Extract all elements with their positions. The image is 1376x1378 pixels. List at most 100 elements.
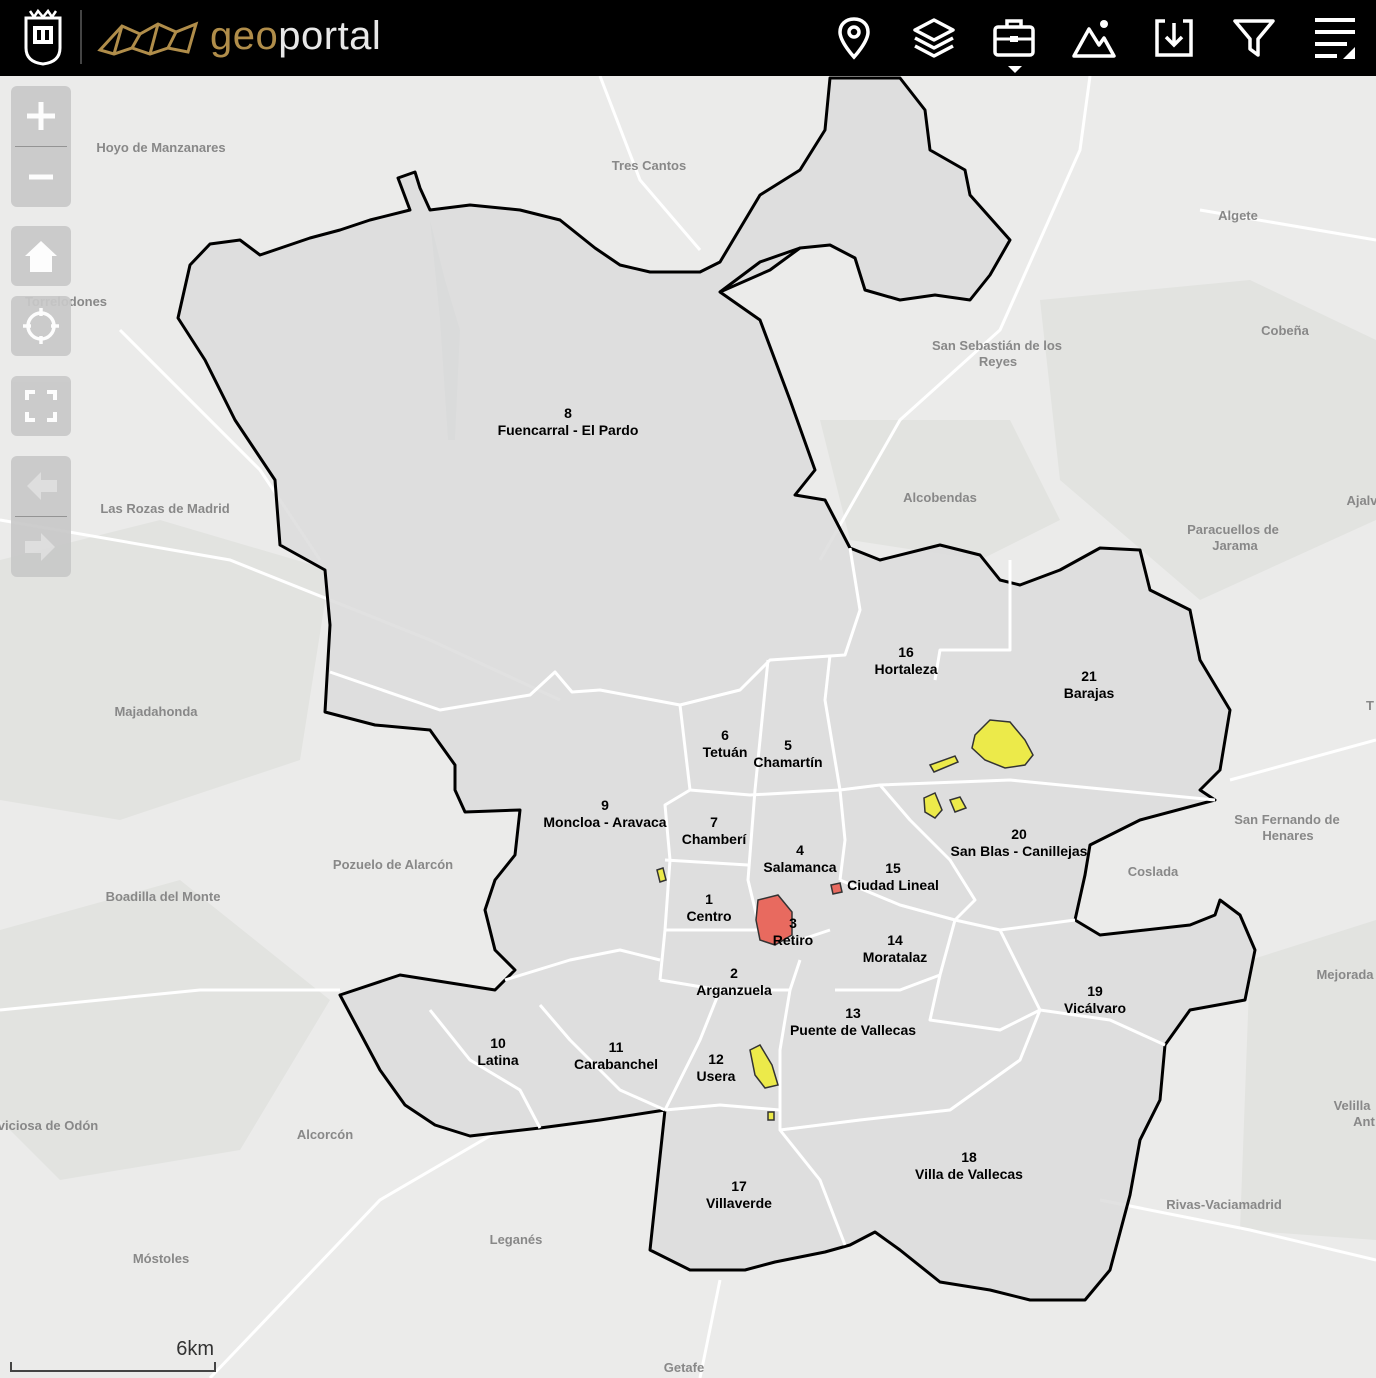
district-number-17: 17 (731, 1178, 747, 1194)
place-label: Paracuellos de (1187, 522, 1279, 537)
place-label: Algete (1218, 208, 1258, 223)
fullscreen-icon (25, 390, 57, 422)
home-button[interactable] (11, 226, 71, 286)
brand-name: geoportal (210, 12, 381, 60)
filter-tool[interactable] (1226, 10, 1282, 66)
arrow-left-icon (27, 472, 57, 500)
district-name-18: Villa de Vallecas (915, 1166, 1023, 1182)
briefcase-icon (993, 19, 1035, 57)
place-label: Velilla (1334, 1098, 1372, 1113)
place-label: Rivas-Vaciamadrid (1166, 1197, 1282, 1212)
geoportal-map-logo-icon (97, 21, 199, 56)
district-number-18: 18 (961, 1149, 977, 1165)
zoom-out-button[interactable] (11, 147, 71, 207)
district-name-8: Fuencarral - El Pardo (498, 422, 639, 438)
district-name-6: Tetuán (703, 744, 748, 760)
district-name-15: Ciudad Lineal (847, 877, 939, 893)
highlight-red-ciudad-lineal (830, 882, 843, 895)
district-number-1: 1 (705, 891, 713, 907)
district-number-13: 13 (845, 1005, 861, 1021)
scale-label: 6km (176, 1338, 214, 1360)
logo-divider (80, 10, 82, 64)
district-name-7: Chamberí (682, 831, 748, 847)
city-crest-icon (24, 8, 62, 66)
district-number-6: 6 (721, 727, 729, 743)
place-label: Reyes (979, 354, 1017, 369)
district-number-2: 2 (730, 965, 738, 981)
menu-icon (1315, 18, 1355, 59)
district-number-3: 3 (789, 915, 797, 931)
district-number-11: 11 (609, 1039, 624, 1055)
place-label: Majadahonda (114, 704, 198, 719)
mountain-icon (1072, 20, 1116, 58)
terrain-tool[interactable] (1066, 10, 1122, 66)
district-number-14: 14 (887, 932, 903, 948)
locate-control (11, 296, 71, 356)
district-number-16: 16 (898, 644, 914, 660)
district-number-8: 8 (564, 405, 572, 421)
scale-bar-line (10, 1362, 216, 1372)
zoom-in-button[interactable] (11, 86, 71, 146)
district-number-10: 10 (490, 1035, 506, 1051)
locate-icon (23, 308, 59, 344)
place-label: Ant (1353, 1114, 1375, 1129)
active-tool-indicator (1008, 66, 1022, 73)
district-name-10: Latina (477, 1052, 518, 1068)
map-pin-icon (838, 17, 870, 60)
back-button[interactable] (11, 456, 71, 516)
district-number-12: 12 (708, 1051, 724, 1067)
place-label: Alcorcón (297, 1127, 353, 1142)
place-label: Boadilla del Monte (106, 889, 221, 904)
district-name-21: Barajas (1064, 685, 1115, 701)
zoom-control (11, 86, 71, 207)
filter-icon (1233, 19, 1275, 57)
place-label: Alcobendas (903, 490, 977, 505)
place-label: Cobeña (1261, 323, 1309, 338)
district-number-9: 9 (601, 797, 609, 813)
menu-tool[interactable] (1306, 10, 1362, 66)
locate-button[interactable] (11, 296, 71, 356)
home-control (11, 226, 71, 286)
highlight-yellow-usera-small (767, 1111, 775, 1121)
map-canvas[interactable]: Hoyo de ManzanaresTres CantosAlgeteTorre… (0, 76, 1376, 1378)
district-name-11: Carabanchel (574, 1056, 658, 1072)
district-name-3: Retiro (773, 932, 813, 948)
history-control (11, 456, 71, 577)
layers-tool[interactable] (906, 10, 962, 66)
place-label: Leganés (490, 1232, 543, 1247)
fullscreen-button[interactable] (11, 376, 71, 436)
download-tool[interactable] (1146, 10, 1202, 66)
place-label: San Sebastián de los (932, 338, 1062, 353)
district-name-2: Arganzuela (696, 982, 772, 998)
district-name-14: Moratalaz (863, 949, 928, 965)
place-label: Ajalv (1346, 493, 1376, 508)
toolbox-tool[interactable] (986, 10, 1042, 66)
zoom-out-icon (29, 174, 53, 180)
district-number-5: 5 (784, 737, 792, 753)
place-label: Jarama (1212, 538, 1258, 553)
district-name-19: Vicálvaro (1064, 1000, 1126, 1016)
district-name-12: Usera (697, 1068, 736, 1084)
top-toolbar: geoportal (0, 0, 1376, 76)
district-number-19: 19 (1087, 983, 1103, 999)
forward-button[interactable] (11, 517, 71, 577)
map-view[interactable]: Hoyo de ManzanaresTres CantosAlgeteTorre… (0, 76, 1376, 1378)
place-label: T (1366, 698, 1374, 713)
district-name-4: Salamanca (763, 859, 836, 875)
place-label: Pozuelo de Alarcón (333, 857, 453, 872)
district-name-16: Hortaleza (874, 661, 937, 677)
location-tool[interactable] (826, 10, 882, 66)
place-label: Henares (1262, 828, 1313, 843)
district-name-17: Villaverde (706, 1195, 772, 1211)
place-label: Hoyo de Manzanares (96, 140, 225, 155)
download-icon (1155, 19, 1193, 57)
district-name-9: Moncloa - Aravaca (543, 814, 666, 830)
place-label: Mejorada (1316, 967, 1374, 982)
place-label: Móstoles (133, 1251, 189, 1266)
district-number-21: 21 (1081, 668, 1097, 684)
fullscreen-control (11, 376, 71, 436)
district-number-4: 4 (796, 842, 804, 858)
brand-portal: portal (278, 14, 382, 58)
district-number-7: 7 (710, 814, 718, 830)
place-label: viciosa de Odón (0, 1118, 98, 1133)
